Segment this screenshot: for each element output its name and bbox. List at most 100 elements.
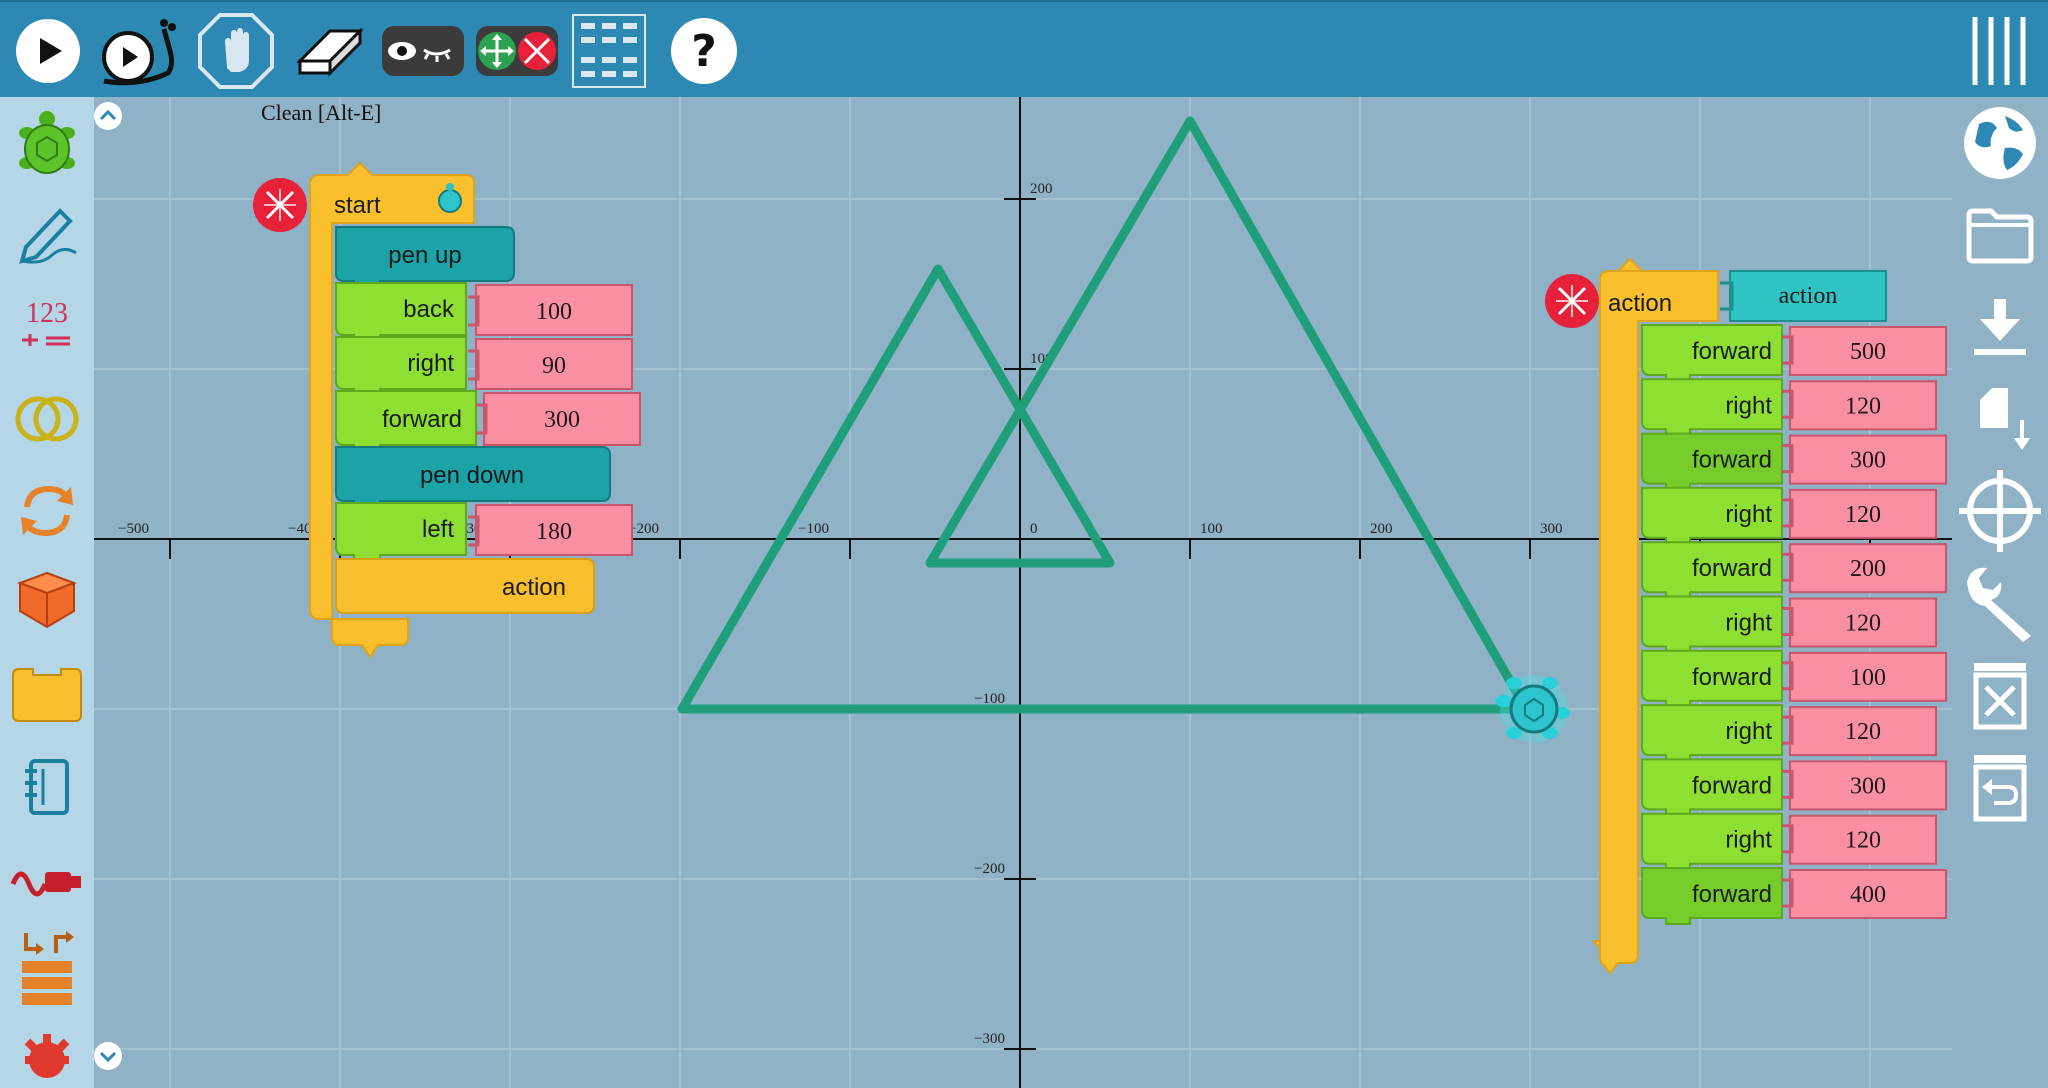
svg-text:300: 300 (1850, 773, 1886, 799)
hide-blocks-button[interactable] (380, 2, 466, 99)
palette-action[interactable] (0, 649, 94, 741)
grid-icon (572, 13, 646, 88)
new-project-button[interactable] (1952, 373, 2048, 465)
block-right[interactable]: right 120 (1641, 595, 1937, 654)
block-right[interactable]: right 120 (1641, 704, 1937, 763)
svg-text:left: left (422, 516, 454, 543)
turtle-drawing (677, 116, 1531, 714)
svg-text:300: 300 (1850, 448, 1886, 474)
svg-text:120: 120 (1845, 611, 1881, 637)
stop-button[interactable] (196, 2, 276, 99)
palette-settings[interactable] (0, 1017, 94, 1087)
canvas[interactable]: −500 −400 −300 −200 −100 0 100 200 300 4… (94, 97, 1952, 1088)
palette-sidebar: 123 (0, 97, 94, 1088)
crosshair-icon (1959, 470, 2041, 552)
delete-button[interactable] (1952, 649, 2048, 741)
settings-button[interactable] (1952, 557, 2048, 649)
palette-flow[interactable] (0, 465, 94, 557)
palette-box[interactable] (0, 557, 94, 649)
block-back[interactable]: back 100 (335, 282, 633, 342)
block-pen-up[interactable]: pen up (335, 226, 515, 288)
svg-text:right: right (1725, 501, 1772, 528)
help-button[interactable]: ? (668, 2, 740, 99)
block-right[interactable]: right 120 (1641, 378, 1937, 437)
svg-text:right: right (407, 350, 454, 377)
svg-text:forward: forward (382, 406, 462, 433)
block-forward[interactable]: forward 200 (1641, 541, 1947, 600)
svg-text:pen up: pen up (388, 242, 461, 269)
clear-button[interactable] (290, 2, 370, 99)
tick-x: −100 (798, 521, 829, 537)
folder-icon (1966, 208, 2034, 264)
restore-trash-icon (1973, 755, 2027, 822)
palette-extras[interactable] (0, 925, 94, 1017)
collapse-expand-icon (476, 25, 558, 76)
slow-play-button[interactable] (98, 2, 182, 99)
clean-hint-label: Clean [Alt-E] (261, 100, 382, 125)
block-forward[interactable]: forward 400 (1641, 867, 1947, 925)
collapse-start-button[interactable] (253, 178, 307, 232)
svg-text:forward: forward (1692, 447, 1772, 474)
svg-text:100: 100 (1850, 665, 1886, 691)
main-menu-button[interactable] (1964, 2, 2034, 99)
palette-number[interactable]: 123 (0, 281, 94, 373)
block-forward[interactable]: forward 500 (1641, 324, 1947, 382)
block-right[interactable]: right 120 (1641, 486, 1937, 545)
block-action-call[interactable]: action (335, 558, 595, 614)
palette-boolean[interactable] (0, 373, 94, 465)
block-forward[interactable]: forward 300 (1641, 758, 1947, 817)
block-forward[interactable]: forward 100 (1641, 649, 1947, 708)
notebook-icon (25, 759, 69, 815)
svg-text:?: ? (691, 26, 717, 77)
block-forward[interactable]: forward 300 (1641, 432, 1947, 491)
svg-text:right: right (1725, 610, 1772, 637)
block-pen-down[interactable]: pen down (335, 446, 611, 508)
load-project-button[interactable] (1952, 189, 2048, 281)
svg-text:action: action (1779, 283, 1838, 309)
scroll-up-icon[interactable] (92, 100, 124, 132)
save-project-button[interactable] (1952, 281, 2048, 373)
start-stack[interactable]: start pen up back 100 right 90 forward 3… (250, 157, 690, 677)
eraser-icon (296, 26, 364, 77)
svg-text:200: 200 (1850, 556, 1886, 582)
play-button[interactable] (12, 2, 84, 99)
svg-text:300: 300 (544, 407, 580, 433)
block-right[interactable]: right 120 (1641, 812, 1937, 871)
restore-button[interactable] (1952, 741, 2048, 833)
number-icon: 123 (22, 298, 70, 346)
triangle-path (677, 116, 1531, 714)
tick-y: 200 (1030, 181, 1053, 197)
help-icon: ? (671, 17, 737, 84)
repeat-icon (21, 485, 73, 537)
tick-y: −200 (974, 861, 1005, 877)
svg-text:forward: forward (1692, 555, 1772, 582)
recenter-button[interactable] (1952, 465, 2048, 557)
tick-y: −300 (974, 1031, 1005, 1047)
action-stack[interactable]: action action forward 500 right 120 forward 3… (1534, 255, 1954, 985)
svg-text:120: 120 (1845, 393, 1881, 419)
tick-x: 200 (1370, 521, 1393, 537)
svg-text:forward: forward (1692, 338, 1772, 365)
scroll-down-icon[interactable] (92, 1040, 124, 1072)
grid-button[interactable] (570, 2, 648, 99)
block-left[interactable]: left 180 (335, 502, 633, 562)
sensor-cable-icon (10, 871, 81, 897)
main-toolbar: ? (0, 0, 2048, 97)
snail-icon (102, 18, 176, 85)
palette-pen[interactable] (0, 189, 94, 281)
action-hat-label: action (1608, 290, 1672, 317)
collapse-expand-button[interactable] (474, 2, 560, 99)
pen-icon (19, 208, 77, 264)
palette-sensors[interactable] (0, 833, 94, 925)
extras-icon (22, 931, 74, 1005)
block-forward[interactable]: forward 300 (335, 390, 641, 452)
tick-x: 0 (1030, 521, 1038, 537)
palette-turtle[interactable] (0, 99, 94, 191)
svg-text:back: back (403, 296, 455, 323)
palette-media[interactable] (0, 741, 94, 833)
play-icon (16, 18, 80, 83)
language-button[interactable] (1952, 97, 2048, 189)
svg-text:right: right (1725, 392, 1772, 419)
block-right[interactable]: right 90 (335, 336, 633, 396)
collapse-action-button[interactable] (1545, 274, 1599, 328)
